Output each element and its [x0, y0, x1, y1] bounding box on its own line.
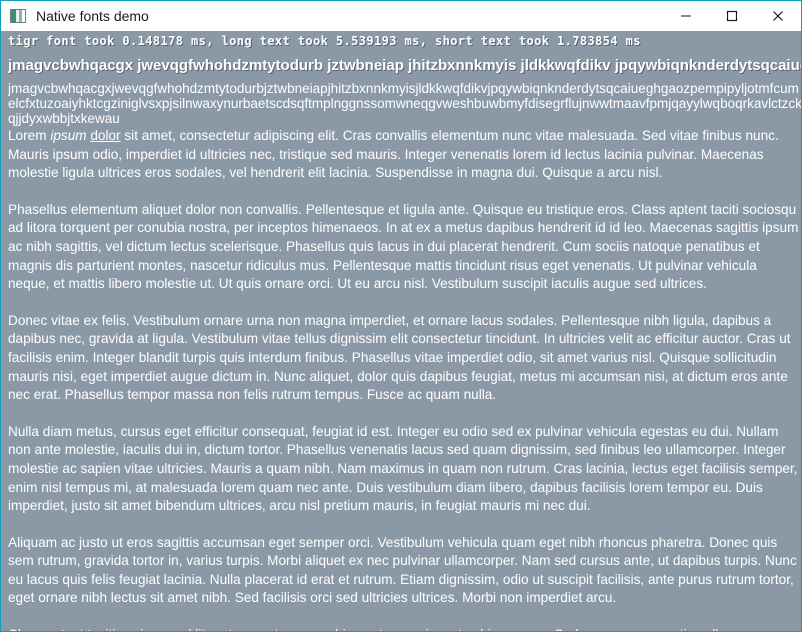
lorem-p1-rest: sit amet, consectetur adipiscing elit. C…: [8, 128, 779, 181]
lorem-paragraph-6: Class aptent taciti sociosqu ad litora t…: [8, 626, 800, 631]
minimize-button[interactable]: [663, 1, 709, 31]
maximize-button[interactable]: [709, 1, 755, 31]
native-font-sample: jmagvcbwhqacgxjwevqgfwhohdzmtytodurbjztw…: [8, 81, 801, 126]
lorem-italic-word: ipsum: [50, 128, 87, 143]
window-controls: [663, 1, 801, 31]
close-icon: [773, 11, 783, 21]
lorem-paragraph-2: Phasellus elementum aliquet dolor non co…: [8, 201, 799, 292]
timing-status-line: tigr font took 0.148178 ms, long text to…: [8, 34, 641, 48]
app-window-icon: [10, 9, 26, 23]
lorem-underlined-word: dolor: [90, 128, 121, 143]
lorem-paragraph-1: Lorem ipsum dolor sit amet, consectetur …: [8, 127, 800, 183]
close-button[interactable]: [755, 1, 801, 31]
minimize-icon: [681, 15, 691, 17]
lorem-text-block: Lorem ipsum dolor sit amet, consectetur …: [8, 127, 800, 631]
window-title: Native fonts demo: [36, 8, 149, 24]
title-bar[interactable]: Native fonts demo: [1, 1, 801, 31]
bitmap-font-sample: jmagvcbwhqacgx jwevqgfwhohdzmtytodurb jz…: [8, 57, 801, 74]
maximize-icon: [726, 10, 738, 22]
lorem-paragraph-5: Aliquam ac justo ut eros sagittis accums…: [8, 534, 797, 606]
application-window: Native fonts demo tigr font took 0.14817…: [0, 0, 802, 632]
lorem-paragraph-3: Donec vitae ex felis. Vestibulum ornare …: [8, 312, 791, 403]
client-area: tigr font took 0.148178 ms, long text to…: [1, 31, 801, 631]
lorem-p1-prefix: Lorem: [8, 128, 51, 143]
lorem-paragraph-4: Nulla diam metus, cursus eget efficitur …: [8, 423, 798, 514]
